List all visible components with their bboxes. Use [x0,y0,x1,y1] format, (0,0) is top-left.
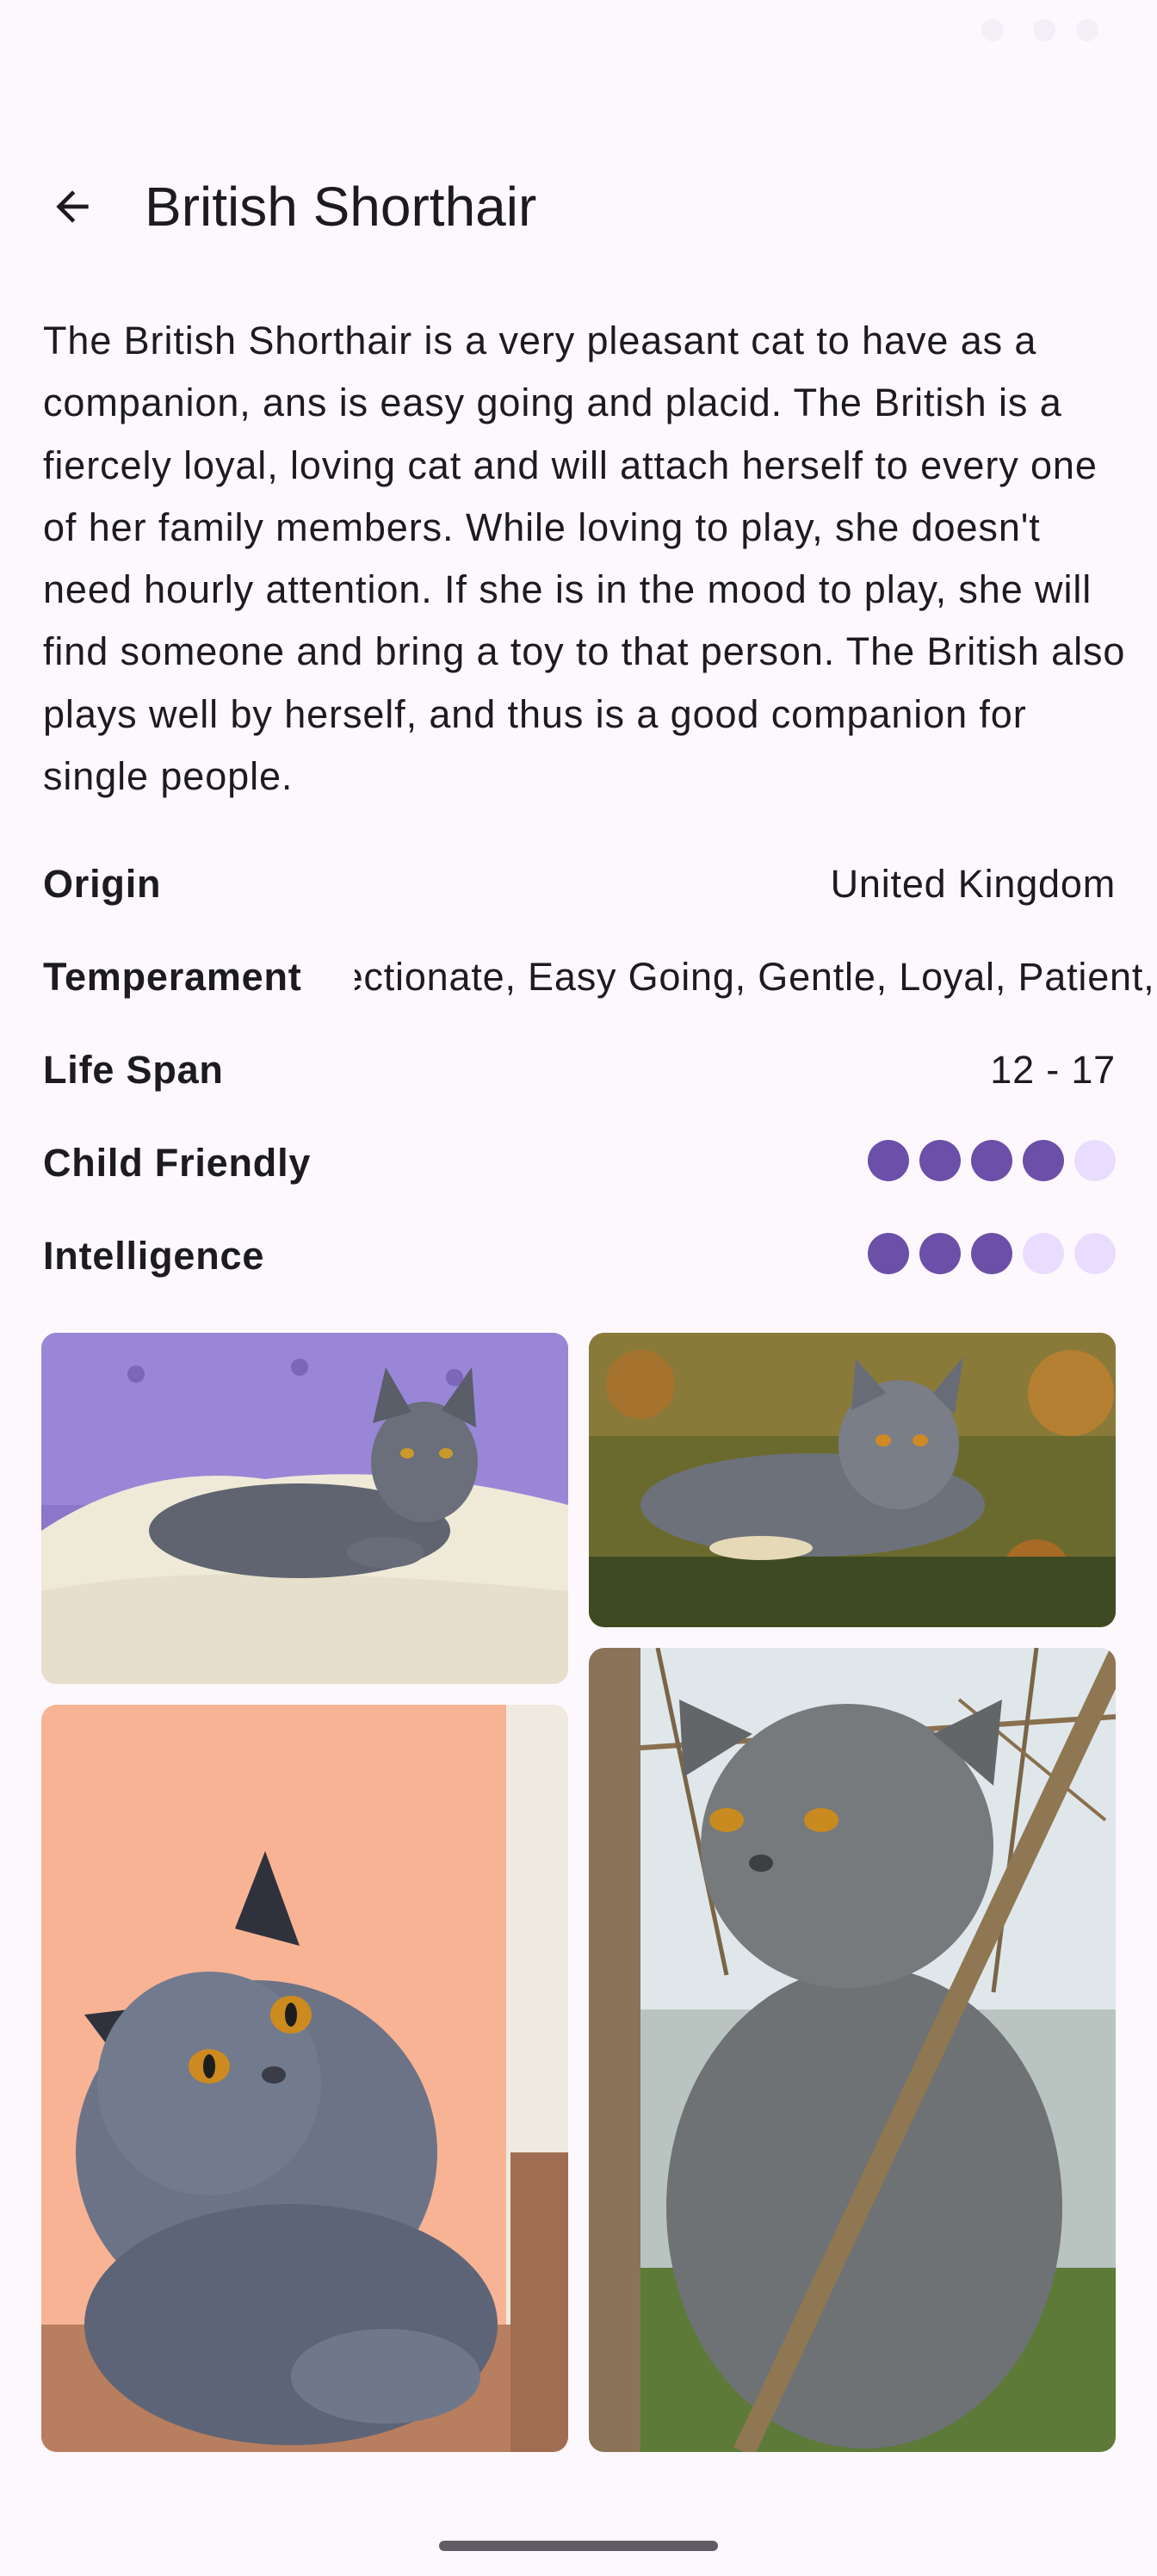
rating-dot-empty [1023,1233,1064,1274]
rating-dot-empty [1074,1140,1116,1181]
status-icon [1076,19,1098,41]
attribute-row-origin: Origin United Kingdom [43,849,1116,918]
temperament-marquee: Affectionate, Easy Going, Gentle, Loyal,… [355,954,1157,1006]
origin-value: United Kingdom [830,862,1116,906]
attribute-row-child-friendly: Child Friendly [43,1128,1116,1197]
rating-dot-filled [868,1140,909,1181]
cat-photo[interactable] [41,1333,568,1684]
status-icon [981,19,1004,41]
rating-dot-empty [1074,1233,1116,1274]
child-friendly-rating [868,1140,1116,1181]
cat-photo[interactable] [589,1648,1116,2452]
intelligence-label: Intelligence [43,1234,265,1278]
status-icon [1033,19,1055,41]
back-button[interactable] [31,165,114,248]
child-friendly-label: Child Friendly [43,1141,312,1185]
attribute-row-life-span: Life Span 12 - 17 [43,1035,1116,1104]
rating-dot-filled [1023,1140,1064,1181]
gesture-nav-handle[interactable] [439,2541,718,2551]
cat-photo[interactable] [589,1333,1116,1627]
cat-image [589,1333,1116,1627]
arrow-back-icon [56,190,89,223]
cat-image [41,1333,568,1684]
rating-dot-filled [919,1140,961,1181]
rating-dot-filled [971,1233,1012,1274]
attribute-row-temperament: Temperament Affectionate, Easy Going, Ge… [43,942,1157,1011]
top-app-bar: British Shorthair [0,146,1157,267]
breed-description: The British Shorthair is a very pleasant… [43,319,1126,799]
life-span-value: 12 - 17 [990,1048,1116,1092]
origin-label: Origin [43,862,162,906]
status-bar [0,0,1157,60]
rating-dot-filled [971,1140,1012,1181]
cat-photo[interactable] [41,1705,568,2452]
rating-dot-filled [868,1233,909,1274]
temperament-value: Affectionate, Easy Going, Gentle, Loyal,… [355,955,1157,999]
rating-dot-filled [919,1233,961,1274]
intelligence-rating [868,1233,1116,1274]
page-title: British Shorthair [145,176,537,238]
attribute-row-intelligence: Intelligence [43,1221,1116,1290]
life-span-label: Life Span [43,1048,224,1092]
cat-image [589,1648,1116,2452]
cat-image [41,1705,568,2452]
temperament-label: Temperament [43,955,302,999]
breed-detail-screen: British Shorthair The British Shorthair … [0,0,1157,2576]
